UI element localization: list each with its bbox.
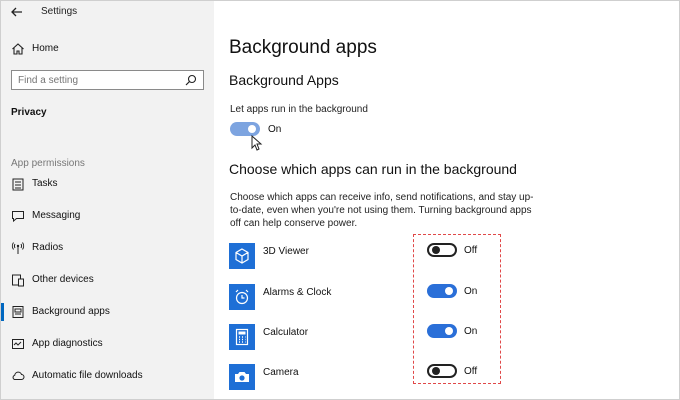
app-tile	[229, 364, 255, 390]
app-tile	[229, 284, 255, 310]
sidebar-item-label: App diagnostics	[32, 338, 103, 349]
sidebar-item-label: Tasks	[32, 178, 58, 189]
sidebar-item-automatic-file-downloads[interactable]: Automatic file downloads	[1, 365, 214, 387]
app-name: 3D Viewer	[263, 246, 309, 257]
sidebar-item-label: Radios	[32, 242, 64, 253]
alarm-clock-icon	[235, 289, 249, 305]
app-title: Settings	[41, 6, 78, 17]
choose-apps-description: Choose which apps can receive info, send…	[230, 192, 534, 229]
search-box[interactable]	[11, 70, 204, 90]
title-bar: Settings	[1, 1, 214, 25]
tasks-icon	[12, 178, 24, 191]
master-toggle-label: Let apps run in the background	[230, 104, 368, 115]
sidebar-item-label: Messaging	[32, 210, 81, 221]
app-name: Camera	[263, 367, 299, 378]
home-label: Home	[32, 43, 59, 54]
section-title: Privacy	[11, 107, 47, 118]
sidebar-item-radios[interactable]: Radios	[1, 237, 214, 259]
app-tile	[229, 324, 255, 350]
messaging-icon	[12, 211, 24, 223]
search-input[interactable]	[18, 73, 178, 87]
choose-apps-heading: Choose which apps can run in the backgro…	[229, 161, 517, 177]
sidebar-item-messaging[interactable]: Messaging	[1, 205, 214, 227]
app-name: Calculator	[263, 327, 309, 338]
mouse-pointer-icon	[251, 135, 263, 151]
background-apps-master-toggle[interactable]	[230, 122, 260, 136]
calculator-icon	[235, 328, 249, 346]
section-heading: Background Apps	[229, 72, 339, 88]
background-apps-icon	[12, 306, 24, 318]
sidebar-item-app-diagnostics[interactable]: App diagnostics	[1, 333, 214, 355]
app-name: Alarms & Clock	[263, 287, 332, 298]
back-arrow-icon[interactable]	[9, 4, 25, 20]
sidebar-item-label: Background apps	[32, 306, 110, 317]
sidebar-item-label: Other devices	[32, 274, 94, 285]
main-content: Background apps Background Apps Let apps…	[214, 1, 679, 399]
sidebar-item-label: Automatic file downloads	[32, 370, 143, 381]
highlight-box	[413, 234, 501, 384]
cube-icon	[235, 248, 249, 264]
sidebar-item-background-apps[interactable]: Background apps	[1, 301, 214, 323]
sidebar: Settings Home Privacy App permissions Ta…	[1, 1, 214, 399]
toggle-knob	[248, 125, 256, 133]
cloud-download-icon	[12, 371, 25, 380]
page-title: Background apps	[229, 37, 377, 58]
sidebar-item-other-devices[interactable]: Other devices	[1, 269, 214, 291]
group-label: App permissions	[11, 158, 85, 169]
home-icon	[12, 43, 24, 55]
app-diagnostics-icon	[12, 339, 24, 349]
search-icon[interactable]	[185, 74, 197, 86]
app-tile	[229, 243, 255, 269]
camera-icon	[235, 372, 249, 382]
home-nav-item[interactable]: Home	[1, 39, 214, 61]
master-toggle-state: On	[268, 124, 282, 135]
other-devices-icon	[12, 274, 24, 287]
sidebar-item-tasks[interactable]: Tasks	[1, 173, 214, 195]
radios-icon	[11, 242, 25, 254]
